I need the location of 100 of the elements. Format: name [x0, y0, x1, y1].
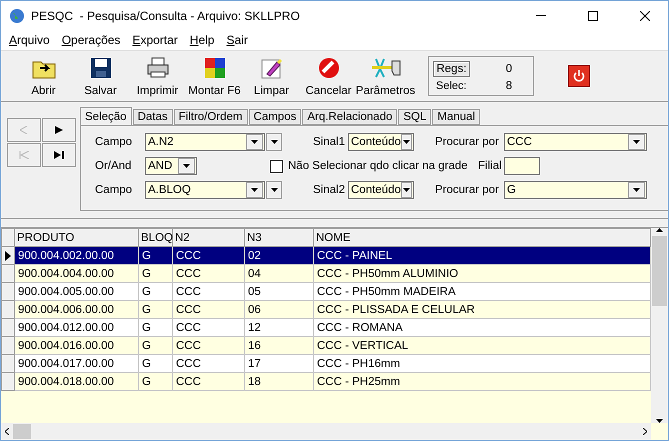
- toolbar-button[interactable]: Parâmetros: [357, 53, 414, 99]
- no-entry-icon: [318, 57, 340, 79]
- next-icon: [55, 126, 63, 134]
- procurar-combo[interactable]: G: [504, 181, 647, 199]
- filial-label: Filial: [478, 160, 503, 172]
- procurar-combo[interactable]: CCC: [504, 133, 647, 151]
- printer-icon: [146, 57, 170, 79]
- window-title: PESQC - Pesquisa/Consulta - Arquivo: SKLLPRO: [31, 8, 301, 22]
- orand-label: Or/And: [95, 160, 132, 172]
- toolbar-button[interactable]: Limpar: [243, 53, 300, 99]
- scroll-left-icon: [5, 428, 9, 435]
- toolbar-button[interactable]: Salvar: [72, 53, 129, 99]
- campo-dropdown-button[interactable]: [266, 133, 282, 151]
- dropdown-arrow-icon: [633, 140, 640, 144]
- campo-combo[interactable]: A.BLOQ: [145, 181, 265, 199]
- filial-field[interactable]: [504, 157, 540, 175]
- checkbox[interactable]: [270, 160, 283, 172]
- dropdown-arrow-icon: [402, 188, 410, 192]
- table-cell: 900.004.012.00.00: [14, 318, 138, 336]
- navigation-button[interactable]: [42, 143, 76, 167]
- table-cell: CCC - PH16mm: [314, 354, 650, 372]
- table-cell: G: [138, 300, 172, 318]
- dropdown-arrow-icon: [183, 164, 190, 168]
- table-cell: G: [138, 246, 172, 264]
- horizontal-scrollbar[interactable]: [1, 423, 651, 440]
- orand-combo[interactable]: AND: [145, 157, 197, 175]
- tab[interactable]: Datas: [132, 109, 173, 125]
- campo-label: Campo: [95, 184, 134, 196]
- table-cell: G: [138, 354, 172, 372]
- toolbar-button[interactable]: Imprimir: [129, 53, 186, 99]
- table-cell: CCC: [172, 300, 244, 318]
- table-cell: CCC: [172, 282, 244, 300]
- navigation-button[interactable]: [42, 118, 76, 142]
- selec-value: 8: [504, 80, 514, 92]
- table-cell: 04: [244, 264, 314, 282]
- sinal-combo[interactable]: Conteúdo: [348, 133, 414, 151]
- table-cell: CCC: [172, 336, 244, 354]
- last-icon: [54, 151, 64, 159]
- power-icon: [573, 70, 585, 82]
- table-cell: CCC: [172, 264, 244, 282]
- table-cell: 17: [244, 354, 314, 372]
- toolbar-button[interactable]: Montar F6: [186, 53, 243, 99]
- table-cell: 900.004.002.00.00: [14, 246, 138, 264]
- close-icon: [640, 10, 650, 20]
- table-cell: CCC - VERTICAL: [314, 336, 650, 354]
- table-cell: 900.004.017.00.00: [14, 354, 138, 372]
- menu-item[interactable]: Operações: [56, 33, 126, 47]
- table-cell: CCC - PH50mm ALUMINIO: [314, 264, 650, 282]
- table-cell: G: [138, 318, 172, 336]
- regs-button[interactable]: Regs:: [433, 60, 470, 76]
- menu-item[interactable]: Arquivo: [3, 33, 56, 47]
- dropdown-arrow-icon: [251, 188, 258, 192]
- tab[interactable]: Seleção: [80, 107, 132, 125]
- row-pointer-icon: [5, 250, 11, 260]
- column-header[interactable]: BLOQ: [138, 228, 172, 246]
- scroll-up-icon: [656, 228, 663, 232]
- table-cell: 02: [244, 246, 314, 264]
- tab[interactable]: SQL: [398, 109, 432, 125]
- campo-dropdown-button[interactable]: [266, 181, 282, 199]
- column-header[interactable]: PRODUTO: [14, 228, 138, 246]
- scroll-thumb[interactable]: [13, 424, 31, 439]
- table-cell: CCC: [172, 354, 244, 372]
- globe-icon: [9, 8, 25, 24]
- regs-value: 0: [504, 62, 514, 74]
- tab[interactable]: Filtro/Ordem: [174, 109, 248, 125]
- column-header[interactable]: N3: [244, 228, 314, 246]
- table-cell: 900.004.016.00.00: [14, 336, 138, 354]
- table-cell: 900.004.006.00.00: [14, 300, 138, 318]
- tab[interactable]: Manual: [432, 109, 480, 125]
- table-cell: 900.004.005.00.00: [14, 282, 138, 300]
- table-cell: CCC: [172, 318, 244, 336]
- table-cell: 18: [244, 372, 314, 390]
- table-cell: CCC: [172, 246, 244, 264]
- vertical-scrollbar[interactable]: [651, 228, 668, 423]
- column-header[interactable]: NOME: [314, 228, 650, 246]
- menu-item[interactable]: Exportar: [126, 33, 184, 47]
- minimize-icon: [536, 15, 546, 16]
- previous-icon: [20, 126, 28, 134]
- dropdown-arrow-icon: [633, 188, 640, 192]
- table-cell: CCC - PAINEL: [314, 246, 650, 264]
- tab[interactable]: Arq.Relacionado: [302, 109, 398, 125]
- column-header[interactable]: N2: [172, 228, 244, 246]
- campo-combo[interactable]: A.N2: [145, 133, 265, 151]
- table-cell: CCC: [172, 372, 244, 390]
- selec-label: Selec:: [435, 80, 468, 92]
- menu-item[interactable]: Help: [184, 33, 220, 47]
- table-cell: G: [138, 264, 172, 282]
- tab[interactable]: Campos: [248, 109, 302, 125]
- sinal-combo[interactable]: Conteúdo: [348, 181, 414, 199]
- menu-item[interactable]: Sair: [220, 33, 254, 47]
- power-button[interactable]: [568, 65, 590, 87]
- scroll-thumb[interactable]: [652, 236, 667, 306]
- table-cell: 12: [244, 318, 314, 336]
- table-cell: 900.004.004.00.00: [14, 264, 138, 282]
- checkbox-label: Não Selecionar qdo clicar na grade: [288, 160, 469, 172]
- table-cell: G: [138, 336, 172, 354]
- toolbar-button[interactable]: Abrir: [15, 53, 72, 99]
- toolbar-button[interactable]: Cancelar: [300, 53, 357, 99]
- dropdown-arrow-icon: [270, 188, 278, 192]
- table-cell: G: [138, 372, 172, 390]
